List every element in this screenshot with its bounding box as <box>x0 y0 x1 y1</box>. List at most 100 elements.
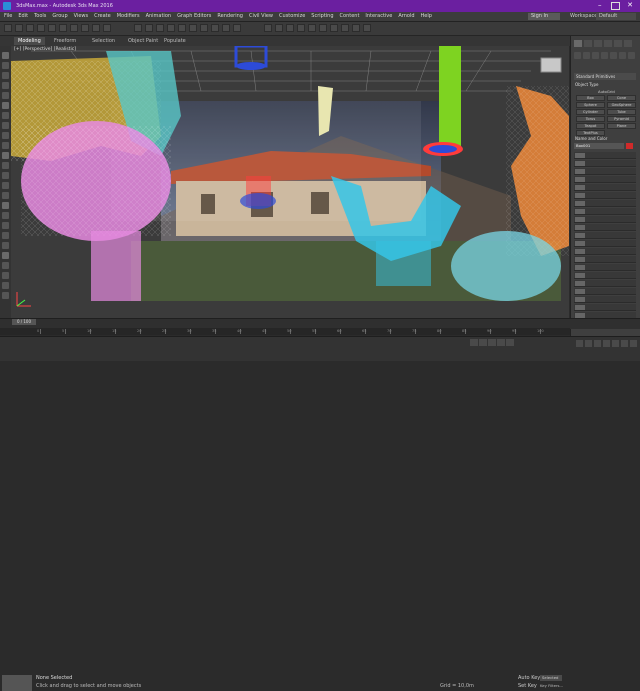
shapes-icon[interactable] <box>583 52 590 59</box>
zoom-icon[interactable] <box>576 340 583 347</box>
xref-icon[interactable] <box>2 272 9 279</box>
graphite-icon[interactable] <box>297 24 305 32</box>
link-icon[interactable] <box>26 24 34 32</box>
maxscript-listener[interactable] <box>2 675 32 691</box>
menu-item[interactable]: Views <box>74 12 88 21</box>
zoom-extents-icon[interactable] <box>594 340 601 347</box>
spinner-snap-icon[interactable] <box>222 24 230 32</box>
select-filter-icon[interactable] <box>59 24 67 32</box>
menu-item[interactable]: Scripting <box>311 12 333 21</box>
move-icon[interactable] <box>134 24 142 32</box>
ref-coord-icon[interactable] <box>167 24 175 32</box>
ribbon-tab[interactable]: Modeling <box>14 37 45 45</box>
selection-filter-select[interactable]: Selected <box>540 675 562 681</box>
helper-icon[interactable] <box>2 132 9 139</box>
light-icon[interactable] <box>2 112 9 119</box>
shape-icon[interactable] <box>2 162 9 169</box>
rotate-icon[interactable] <box>145 24 153 32</box>
isolate-icon[interactable] <box>2 202 9 209</box>
track-bar[interactable] <box>0 328 570 335</box>
menu-item[interactable]: Content <box>340 12 360 21</box>
motion-icon[interactable] <box>2 82 9 89</box>
geometry-icon[interactable] <box>574 52 581 59</box>
utilities-panel-icon[interactable] <box>624 40 632 47</box>
undo-icon[interactable] <box>4 24 12 32</box>
menu-item[interactable]: Customize <box>279 12 305 21</box>
color-swatch[interactable] <box>626 143 633 149</box>
render-setup-icon[interactable] <box>341 24 349 32</box>
ribbon-tab[interactable]: Selection <box>88 37 119 45</box>
display-panel-icon[interactable] <box>614 40 622 47</box>
play-icon[interactable] <box>488 339 496 346</box>
container-icon[interactable] <box>2 282 9 289</box>
schematic-icon[interactable] <box>319 24 327 32</box>
freeze-icon[interactable] <box>2 212 9 219</box>
object-type-button[interactable]: GeoSphere <box>607 102 636 108</box>
fov-icon[interactable] <box>603 340 610 347</box>
create-icon[interactable] <box>2 52 9 59</box>
properties-icon[interactable] <box>2 242 9 249</box>
menu-item[interactable]: Group <box>52 12 67 21</box>
menu-item[interactable]: Graph Editors <box>177 12 211 21</box>
geometry-icon[interactable] <box>2 172 9 179</box>
primitive-category-select[interactable]: Standard Primitives <box>574 73 636 80</box>
next-frame-icon[interactable] <box>497 339 505 346</box>
menu-item[interactable]: Create <box>94 12 111 21</box>
go-to-start-icon[interactable] <box>470 339 478 346</box>
select-icon[interactable] <box>70 24 78 32</box>
workspace-select[interactable]: Default <box>596 13 636 20</box>
menu-item[interactable]: Modifiers <box>117 12 140 21</box>
lock-icon[interactable] <box>2 292 9 299</box>
ribbon-tab[interactable]: Freeform <box>50 37 80 45</box>
object-type-button[interactable]: Teapot <box>576 123 605 129</box>
orbit-icon[interactable] <box>621 340 628 347</box>
region-icon[interactable] <box>92 24 100 32</box>
helpers-icon[interactable] <box>610 52 617 59</box>
ribbon-tab[interactable]: Object Paint <box>124 37 162 45</box>
ribbon-tab[interactable]: Populate <box>160 37 190 45</box>
viewport-perspective[interactable] <box>11 46 569 318</box>
mirror-icon[interactable] <box>264 24 272 32</box>
menu-item[interactable]: Help <box>421 12 432 21</box>
menu-item[interactable]: Tools <box>34 12 46 21</box>
close-icon[interactable]: ✕ <box>624 1 636 10</box>
object-type-header[interactable]: Object Type <box>575 82 599 87</box>
motion-panel-icon[interactable] <box>604 40 612 47</box>
render-icon[interactable] <box>363 24 371 32</box>
menu-item[interactable]: Rendering <box>217 12 243 21</box>
object-type-button[interactable]: Box <box>576 95 605 101</box>
scale-icon[interactable] <box>156 24 164 32</box>
app-logo-icon[interactable] <box>3 2 11 10</box>
zoom-all-icon[interactable] <box>585 340 592 347</box>
auto-key-button[interactable]: Auto Key <box>518 675 540 681</box>
object-type-button[interactable]: Torus <box>576 116 605 122</box>
modify-panel-icon[interactable] <box>584 40 592 47</box>
menu-item[interactable]: Civil View <box>249 12 273 21</box>
hide-icon[interactable] <box>2 222 9 229</box>
pivot-icon[interactable] <box>178 24 186 32</box>
rendered-frame-icon[interactable] <box>352 24 360 32</box>
hierarchy-icon[interactable] <box>2 72 9 79</box>
object-type-button[interactable]: Plane <box>607 123 636 129</box>
unhide-icon[interactable] <box>2 232 9 239</box>
previous-frame-icon[interactable] <box>479 339 487 346</box>
scene-explorer-icon[interactable] <box>2 182 9 189</box>
cameras-icon[interactable] <box>601 52 608 59</box>
shade-icon[interactable] <box>2 262 9 269</box>
set-key-button[interactable]: Set Key <box>518 683 537 689</box>
utilities-icon[interactable] <box>2 102 9 109</box>
pan-icon[interactable] <box>612 340 619 347</box>
key-filters-button[interactable]: Key Filters... <box>540 683 563 688</box>
systems-icon[interactable] <box>628 52 635 59</box>
window-crossing-icon[interactable] <box>103 24 111 32</box>
layer-icon[interactable] <box>286 24 294 32</box>
minimize-icon[interactable]: – <box>598 2 607 10</box>
layer-manager-icon[interactable] <box>2 192 9 199</box>
wire-icon[interactable] <box>2 252 9 259</box>
frame-indicator[interactable]: 0 / 100 <box>12 319 36 325</box>
align-icon[interactable] <box>275 24 283 32</box>
create-panel-icon[interactable] <box>574 40 582 47</box>
go-to-end-icon[interactable] <box>506 339 514 346</box>
modify-icon[interactable] <box>2 62 9 69</box>
name-color-header[interactable]: Name and Color <box>575 136 607 141</box>
